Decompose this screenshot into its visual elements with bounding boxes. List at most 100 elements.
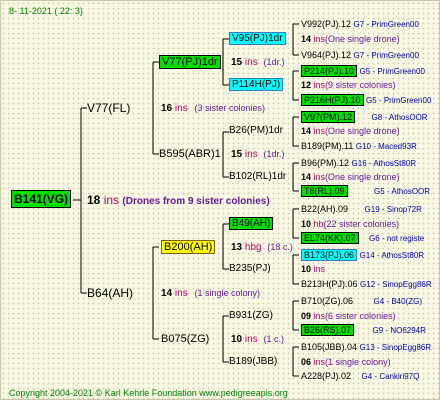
gen4-row-6[interactable]: B96(PM).12 G16 - AthosSt80R bbox=[301, 157, 416, 170]
gen4-row-10[interactable]: B173(PJ).06 G14 - AthosSt80R bbox=[301, 249, 424, 262]
gen1-node-1[interactable]: B64(AH) bbox=[87, 287, 133, 299]
gen3-count-0: 14 bbox=[301, 34, 312, 44]
gen4-label-13: B26(RS).07 bbox=[301, 324, 355, 336]
root-node[interactable]: B141(VG) bbox=[11, 190, 72, 208]
gen3-count-6: 09 bbox=[301, 311, 312, 321]
gen3-ins-5: ins bbox=[313, 264, 326, 274]
gen3-node-3[interactable]: B102(RL)1dr bbox=[229, 171, 286, 183]
gen3-node-2[interactable]: B26(PM)1dr bbox=[229, 125, 283, 137]
gen3-note-1: (9 sister colonies) bbox=[325, 80, 396, 90]
gen4-label-2: P214(PJ).10 bbox=[301, 65, 358, 77]
gen2-node-1[interactable]: B595(ABR)1 bbox=[159, 148, 221, 160]
gen3-node-0[interactable]: V95(PJ)1dr bbox=[229, 32, 286, 45]
gen2-node-0[interactable]: V77(PJ)1dr bbox=[159, 55, 221, 69]
gen3-ins-4: hb bbox=[313, 219, 324, 229]
gen3-info-7: 06 ins(1 single colony) bbox=[301, 356, 391, 368]
gen3-ins-3: ins bbox=[313, 172, 326, 182]
gen3-node-5[interactable]: B235(PJ) bbox=[229, 263, 271, 275]
gen2-node-2[interactable]: B200(AH) bbox=[161, 240, 216, 254]
gen3-info-2: 14 ins(One single drone) bbox=[301, 125, 400, 137]
gen3-info-0: 14 ins(One single drone) bbox=[301, 33, 400, 45]
gen3-count-1: 12 bbox=[301, 80, 312, 90]
gen3-node-1[interactable]: P114H(PJ) bbox=[229, 78, 284, 91]
gen3-node-7[interactable]: B189(JBB) bbox=[229, 356, 277, 368]
gen3-note-2: (One single drone) bbox=[325, 126, 400, 136]
gen4-row-11[interactable]: B213H(PJ).06 G12 - SinopEgg86R bbox=[301, 278, 432, 291]
gen3-count-4: 10 bbox=[301, 219, 312, 229]
gen4-row-8[interactable]: B22(AH).09 G19 - Sinop72R bbox=[301, 203, 422, 216]
gen3-label-1: P114H(PJ) bbox=[229, 78, 284, 91]
root-note: (Drones from 9 sister colonies) bbox=[122, 196, 270, 207]
gen4-info-10: G14 - AthosSt80R bbox=[359, 251, 425, 260]
gen3-info-3: 14 ins(One single drone) bbox=[301, 171, 400, 183]
gen4-info-6: G16 - AthosSt80R bbox=[351, 159, 417, 168]
report-date: 8- 11-2021 ( 22: 3) bbox=[9, 6, 83, 16]
gen4-label-10: B173(PJ).06 bbox=[301, 249, 358, 261]
gen3-node-6[interactable]: B931(ZG) bbox=[229, 310, 273, 322]
gen1-count-1: 14 bbox=[161, 288, 173, 299]
gen4-label-7: T8(RL).09 bbox=[301, 185, 348, 197]
gen4-row-13[interactable]: B26(RS).07 G9 - NO6294R bbox=[301, 324, 426, 337]
gen3-ins-7: ins bbox=[313, 357, 326, 367]
gen4-info-0: G7 - PrimGreen00 bbox=[353, 20, 419, 29]
gen2-count-0: 15 bbox=[231, 57, 243, 68]
gen1-node-0[interactable]: V77(FL) bbox=[87, 102, 130, 114]
gen2-ins-1: ins bbox=[244, 149, 258, 160]
gen3-note-4: (22 sister colonies) bbox=[323, 219, 400, 229]
gen3-count-3: 14 bbox=[301, 172, 312, 182]
gen4-info-2: G5 - PrimGreen00 bbox=[359, 67, 425, 76]
gen3-count-5: 10 bbox=[301, 264, 312, 274]
gen4-label-12: B710(ZG).06 bbox=[301, 296, 354, 306]
gen4-row-7[interactable]: T8(RL).09 G5 - AthosOOR bbox=[301, 185, 430, 198]
root-info: 18 ins (Drones from 9 sister colonies) bbox=[87, 194, 270, 208]
root-count: 18 bbox=[87, 193, 101, 207]
gen3-note-7: (1 single colony) bbox=[325, 357, 391, 367]
gen4-label-15: A228(PJ).02 bbox=[301, 371, 352, 381]
gen2-count-1: 15 bbox=[231, 149, 243, 160]
gen4-label-1: V964(PJ).12 bbox=[301, 50, 352, 60]
gen2-info-1: 15 ins (1dr.) bbox=[231, 148, 285, 161]
gen4-info-12: G4 - B40(ZG) bbox=[373, 297, 422, 306]
gen2-ins-3: ins bbox=[244, 334, 258, 345]
gen4-label-11: B213H(PJ).06 bbox=[301, 279, 358, 289]
gen4-row-4[interactable]: V97(PM).12 G8 - AthosOOR bbox=[301, 111, 428, 124]
gen4-row-14[interactable]: B105(JBB).04 G13 - SinopEgg86R bbox=[301, 341, 431, 354]
gen4-row-5[interactable]: B189(PM).11 G10 - Maced93R bbox=[301, 140, 417, 153]
gen4-info-5: G10 - Maced93R bbox=[355, 142, 417, 151]
gen1-info-0: 16 ins (3 sister colonies) bbox=[161, 102, 265, 115]
gen4-info-8: G19 - Sinop72R bbox=[364, 205, 422, 214]
gen2-node-3[interactable]: B075(ZG) bbox=[161, 333, 209, 345]
gen4-info-15: G4 - Cankiri97Q bbox=[361, 372, 420, 381]
gen2-note-1: (1dr.) bbox=[263, 149, 285, 159]
gen2-note-0: (1dr.) bbox=[263, 57, 285, 67]
gen2-info-3: 10 ins (1 c.) bbox=[231, 333, 284, 346]
gen4-row-9[interactable]: EL74(KK).07 G6 - not registe bbox=[301, 232, 424, 245]
gen4-row-2[interactable]: P214(PJ).10 G5 - PrimGreen00 bbox=[301, 65, 425, 78]
gen4-label-9: EL74(KK).07 bbox=[301, 232, 359, 244]
gen1-ins-1: ins bbox=[174, 288, 188, 299]
gen3-node-4[interactable]: B49(AH) bbox=[229, 217, 274, 230]
gen4-row-3[interactable]: P216H(PJ).10 G5 - PrimGreen00 bbox=[301, 94, 431, 107]
gen2-note-3: (1 c.) bbox=[263, 334, 284, 344]
root-ins: ins bbox=[103, 193, 120, 207]
gen2-note-2: (18 c.) bbox=[267, 242, 293, 252]
gen4-row-15[interactable]: A228(PJ).02 G4 - Cankiri97Q bbox=[301, 370, 419, 383]
gen4-label-14: B105(JBB).04 bbox=[301, 342, 358, 352]
root-label: B141(VG) bbox=[11, 190, 72, 208]
gen4-row-0[interactable]: V992(PJ).12 G7 - PrimGreen00 bbox=[301, 18, 419, 31]
gen3-ins-1: ins bbox=[313, 80, 326, 90]
gen4-label-4: V97(PM).12 bbox=[301, 111, 356, 123]
gen4-row-1[interactable]: V964(PJ).12 G7 - PrimGreen00 bbox=[301, 49, 419, 62]
gen4-info-7: G5 - AthosOOR bbox=[374, 187, 431, 196]
gen2-ins-2: hbg bbox=[244, 242, 262, 253]
gen1-note-1: (1 single colony) bbox=[194, 288, 261, 298]
gen3-count-7: 06 bbox=[301, 357, 312, 367]
gen4-label-5: B189(PM).11 bbox=[301, 141, 354, 151]
gen2-count-3: 10 bbox=[231, 334, 243, 345]
gen4-row-12[interactable]: B710(ZG).06 G4 - B40(ZG) bbox=[301, 295, 422, 308]
gen2-info-0: 15 ins (1dr.) bbox=[231, 56, 285, 69]
gen4-info-11: G12 - SinopEgg86R bbox=[360, 280, 432, 289]
gen4-info-3: G5 - PrimGreen00 bbox=[366, 96, 432, 105]
gen3-note-6: (6 sister colonies) bbox=[325, 311, 396, 321]
footer-copyright[interactable]: Copyright 2004-2021 © Karl Kehrle Founda… bbox=[9, 387, 288, 399]
